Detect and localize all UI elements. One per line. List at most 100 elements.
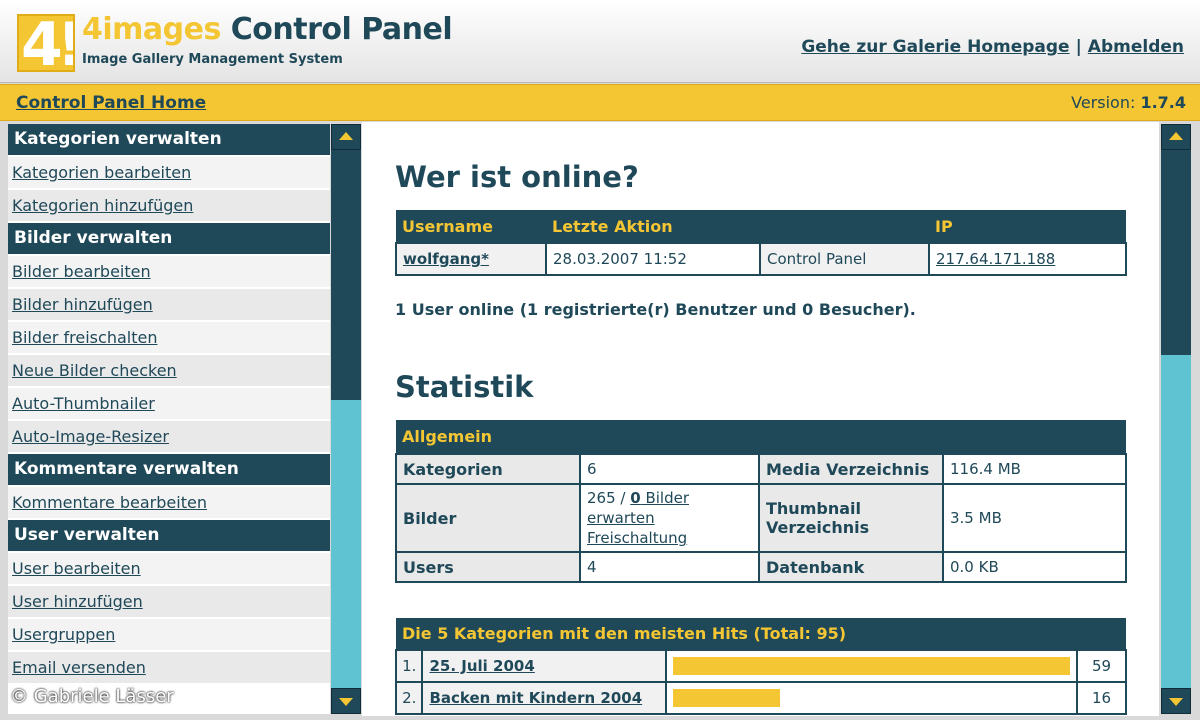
hits-bar [672,689,781,707]
main-scrollbar[interactable] [1161,124,1191,714]
scrollbar-thumb[interactable] [1161,150,1191,355]
sidebar-item-send-email[interactable]: Email versenden [8,652,330,685]
sidebar-item-label[interactable]: Bilder hinzufügen [12,295,153,314]
column-last-action: Letzte Aktion [546,210,929,243]
online-users-table: Username Letzte Aktion IP wolfgang* 28.0… [395,210,1127,276]
scroll-down-button[interactable] [331,688,361,714]
logo-icon: 4! [17,14,75,72]
header: 4! 4images Control Panel Image Gallery M… [0,0,1200,83]
table-row: Kategorien 6 Media Verzeichnis 116.4 MB [395,453,1127,485]
sidebar-item-approve-images[interactable]: Bilder freischalten [8,322,330,355]
sidebar-item-label[interactable]: Bilder freischalten [12,328,157,347]
table-row: 1. 25. Juli 2004 59 [394,649,1127,683]
sidebar-item-label[interactable]: User hinzufügen [12,592,143,611]
sidebar-item-edit-images[interactable]: Bilder bearbeiten [8,256,330,289]
ip-link[interactable]: 217.64.171.188 [936,250,1055,268]
column-username: Username [396,210,546,243]
sidebar-item-label[interactable]: Usergruppen [12,625,115,644]
sidebar-item-label[interactable]: Auto-Thumbnailer [12,394,155,413]
statistics-heading: Statistik [395,370,534,404]
arrow-down-icon [1169,698,1183,706]
sidebar-item-auto-image-resizer[interactable]: Auto-Image-Resizer [8,421,330,454]
sidebar-item-label[interactable]: Email versenden [12,658,146,677]
cell-date: 28.03.2007 11:52 [545,242,761,276]
sidebar-item-add-users[interactable]: User hinzufügen [8,586,330,619]
label-database: Datenbank [758,551,944,583]
cell-username: wolfgang* [395,242,547,276]
scroll-down-button[interactable] [1161,688,1191,714]
version-label: Version: [1071,93,1141,112]
sidebar-item-edit-comments[interactable]: Kommentare bearbeiten [8,487,330,520]
sidebar-scrollbar[interactable] [331,124,361,714]
link-separator: | [1075,37,1082,57]
main-content: Wer ist online? Username Letzte Aktion I… [362,122,1159,716]
sidebar-section-users: User verwalten [8,520,330,553]
table-row: Users 4 Datenbank 0.0 KB [395,551,1127,583]
category-link[interactable]: Backen mit Kindern 2004 [429,689,642,707]
label-images: Bilder [395,483,581,553]
sidebar-item-label[interactable]: Kategorien hinzufügen [12,196,193,215]
app-subtitle: Image Gallery Management System [82,52,343,67]
sidebar-item-check-new-images[interactable]: Neue Bilder checken [8,355,330,388]
arrow-up-icon [1169,132,1183,140]
value-users: 4 [579,551,760,583]
scrollbar-thumb[interactable] [331,150,361,400]
rank: 1. [394,649,424,683]
label-media-dir: Media Verzeichnis [758,453,944,485]
sidebar-section-comments: Kommentare verwalten [8,454,330,487]
statistics-caption: Allgemein [396,420,1126,454]
top-categories-caption: Die 5 Kategorien mit den meisten Hits (T… [396,618,1126,650]
table-header-row: Username Letzte Aktion IP [396,210,1126,243]
rank: 2. [394,681,424,715]
hits-bar-cell [664,681,1079,715]
app-title: 4images Control Panel [82,12,453,47]
online-summary: 1 User online (1 registrierte(r) Benutze… [395,300,916,319]
category-link[interactable]: 25. Juli 2004 [429,657,534,675]
hits-count: 16 [1076,681,1127,715]
category-cell: 25. Juli 2004 [421,649,667,683]
sidebar-item-label[interactable]: Neue Bilder checken [12,361,177,380]
scroll-up-button[interactable] [1161,124,1191,150]
top-categories-table: Die 5 Kategorien mit den meisten Hits (T… [394,618,1127,715]
app-title-product: Control Panel [220,12,453,47]
arrow-down-icon [339,698,353,706]
hits-bar [672,657,1071,675]
sidebar-item-label[interactable]: User bearbeiten [12,559,141,578]
sidebar-item-add-categories[interactable]: Kategorien hinzufügen [8,190,330,223]
label-thumbnail-dir: Thumbnail Verzeichnis [758,483,944,553]
value-thumbnail-dir: 3.5 MB [942,483,1127,553]
username-link[interactable]: wolfgang* [403,250,489,268]
sidebar-item-label[interactable]: Auto-Image-Resizer [12,427,169,446]
statistics-table: Allgemein Kategorien 6 Media Verzeichnis… [395,420,1127,583]
logout-link[interactable]: Abmelden [1088,37,1184,57]
hits-count: 59 [1076,649,1127,683]
label-users: Users [395,551,581,583]
table-row: wolfgang* 28.03.2007 11:52 Control Panel… [395,242,1127,276]
online-heading: Wer ist online? [395,160,639,194]
table-row: 2. Backen mit Kindern 2004 16 [394,681,1127,715]
value-media-dir: 116.4 MB [942,453,1127,485]
control-panel-home-link[interactable]: Control Panel Home [16,93,206,113]
value-database: 0.0 KB [942,551,1127,583]
scroll-up-button[interactable] [331,124,361,150]
gallery-homepage-link[interactable]: Gehe zur Galerie Homepage [801,37,1069,57]
hits-bar-cell [664,649,1079,683]
sidebar-item-label[interactable]: Kommentare bearbeiten [12,493,207,512]
sidebar-item-auto-thumbnailer[interactable]: Auto-Thumbnailer [8,388,330,421]
version-info: Version: 1.7.4 [1071,93,1186,112]
cell-action: Control Panel [759,242,930,276]
sidebar-item-edit-categories[interactable]: Kategorien bearbeiten [8,157,330,190]
sidebar-item-label[interactable]: Kategorien bearbeiten [12,163,191,182]
sidebar-item-add-images[interactable]: Bilder hinzufügen [8,289,330,322]
category-cell: Backen mit Kindern 2004 [421,681,667,715]
sidebar: Kategorien verwalten Kategorien bearbeit… [8,124,330,714]
sidebar-item-usergroups[interactable]: Usergruppen [8,619,330,652]
column-ip: IP [929,210,1126,243]
value-images: 265 / 0 Bilder erwarten Freischaltung [579,483,760,553]
arrow-up-icon [339,132,353,140]
table-row: Bilder 265 / 0 Bilder erwarten Freischal… [395,483,1127,553]
pending-images-link[interactable]: 0 [630,489,640,507]
sidebar-item-label[interactable]: Bilder bearbeiten [12,262,151,281]
sidebar-item-edit-users[interactable]: User bearbeiten [8,553,330,586]
app-title-brand: 4images [82,12,221,47]
